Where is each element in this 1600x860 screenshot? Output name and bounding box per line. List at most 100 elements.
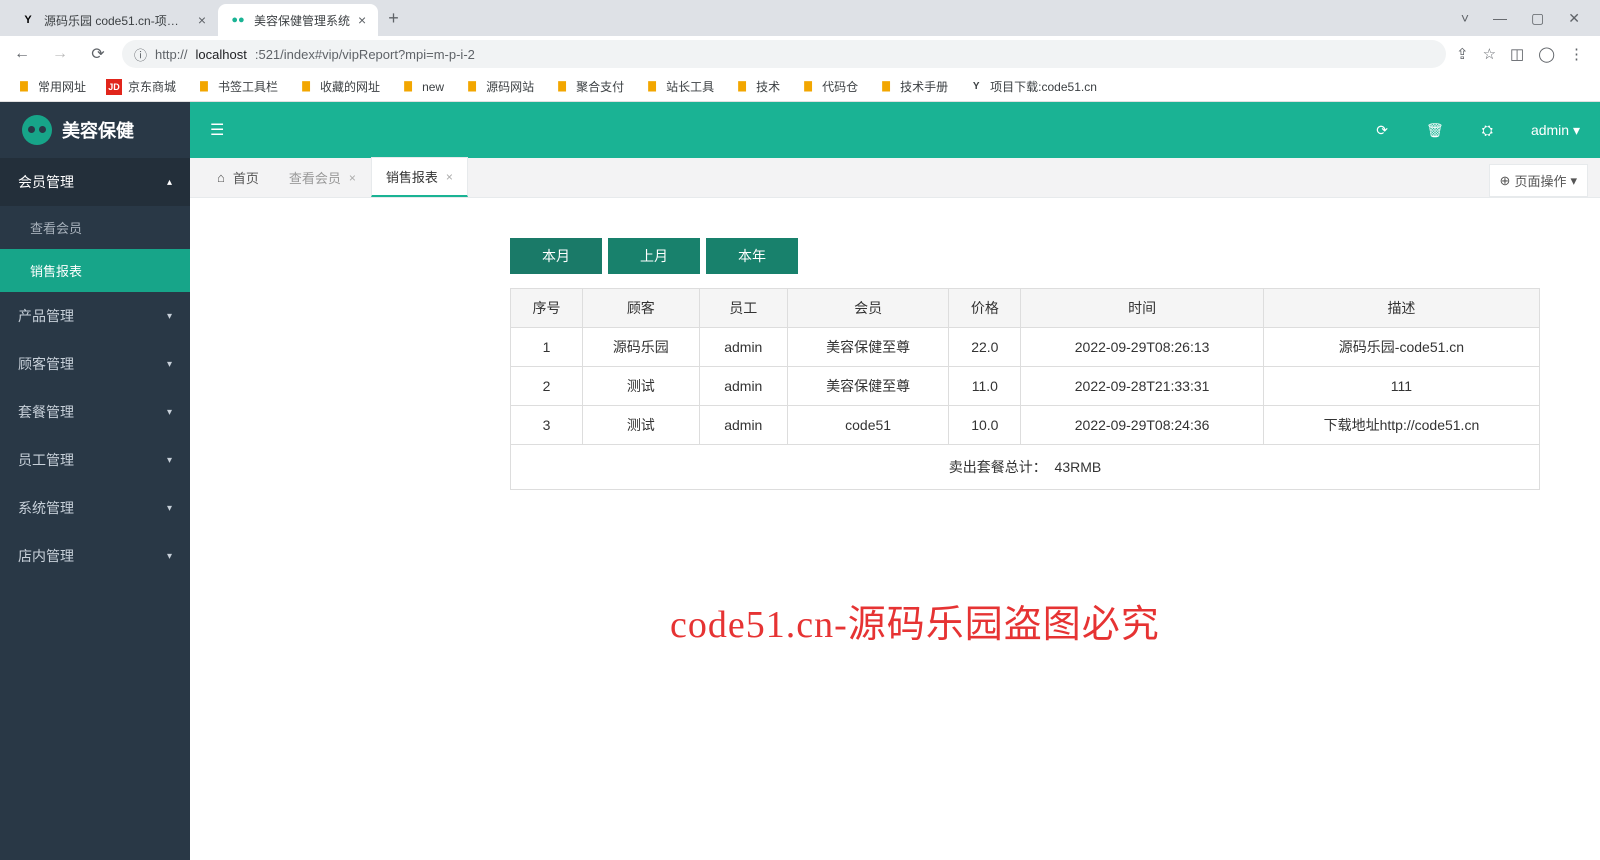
bookmark-item[interactable]: ▇ 技术手册 [872, 76, 954, 97]
bookmark-item[interactable]: Y项目下载:code51.cn [962, 76, 1103, 97]
last-month-button[interactable]: 上月 [608, 238, 700, 274]
nav-reload-button[interactable]: ⟳ [84, 44, 112, 64]
extensions-icon[interactable]: ◫ [1510, 45, 1524, 63]
browser-tab-0[interactable]: Y 源码乐园 code51.cn-项目论文代 × [8, 4, 218, 36]
url-prefix: http:// [155, 47, 188, 62]
browser-chrome: Y 源码乐园 code51.cn-项目论文代 × ●● 美容保健管理系统 × +… [0, 0, 1600, 102]
content-panel: 本月 上月 本年 序号顾客员工会员价格时间描述 1源码乐园admin美容保健至尊… [190, 198, 1600, 860]
maximize-button[interactable]: ▢ [1531, 10, 1544, 27]
chevron-down-icon: ▾ [167, 455, 172, 466]
chevron-down-icon[interactable]: ˅ [1461, 10, 1469, 27]
tab-close-icon[interactable]: × [198, 12, 206, 28]
bookmark-item[interactable]: ▇常用网址 [10, 76, 92, 97]
refresh-icon[interactable]: ⟳ [1376, 122, 1388, 139]
bookmark-item[interactable]: ▇技术 [728, 76, 786, 97]
folder-icon: ▇ [644, 79, 660, 95]
folder-icon: ▇ [878, 79, 894, 95]
cell-customer: 测试 [582, 406, 699, 445]
favicon: ●● [230, 12, 246, 28]
bookmark-item[interactable]: ▇源码网站 [458, 76, 540, 97]
bookmark-label: 站长工具 [666, 78, 714, 95]
cell-idx: 1 [511, 328, 583, 367]
topbar: ☰ ⟳ 🗑 ⛭ admin ▾ [190, 102, 1600, 158]
tab-view-member[interactable]: 查看会员 × [274, 158, 371, 197]
share-icon[interactable]: ⇪ [1456, 45, 1469, 63]
total-value: 43RMB [1055, 459, 1102, 475]
sidebar-group[interactable]: 会员管理▴ [0, 158, 190, 206]
sidebar-group[interactable]: 店内管理▾ [0, 532, 190, 580]
cell-member: 美容保健至尊 [787, 367, 949, 406]
sidebar-group[interactable]: 系统管理▾ [0, 484, 190, 532]
tab-label: 销售报表 [386, 167, 438, 186]
bookmark-item[interactable]: ▇收藏的网址 [292, 76, 386, 97]
cell-customer: 源码乐园 [582, 328, 699, 367]
logo: 美容保健 [0, 102, 190, 158]
bookmark-label: 京东商城 [128, 78, 176, 95]
tab-close-icon[interactable]: × [446, 170, 453, 184]
this-month-button[interactable]: 本月 [510, 238, 602, 274]
sidebar-group-label: 顾客管理 [18, 354, 74, 374]
sidebar-group[interactable]: 产品管理▾ [0, 292, 190, 340]
chevron-down-icon: ▾ [167, 407, 172, 418]
folder-icon: ▇ [400, 79, 416, 95]
nav-back-button[interactable]: ← [8, 45, 36, 63]
sidebar: 美容保健 会员管理▴查看会员销售报表产品管理▾顾客管理▾套餐管理▾员工管理▾系统… [0, 102, 190, 860]
bookmark-item[interactable]: ▇ 站长工具 [638, 76, 720, 97]
new-tab-button[interactable]: + [378, 8, 409, 29]
logo-icon [22, 115, 52, 145]
bookmark-item[interactable]: ▇代码仓 [794, 76, 864, 97]
tab-label: 查看会员 [289, 168, 341, 187]
page-operations-button[interactable]: ⊕ 页面操作 ▾ [1489, 164, 1588, 197]
bookmark-label: 技术手册 [900, 78, 948, 95]
user-menu[interactable]: admin ▾ [1531, 122, 1580, 139]
cell-staff: admin [699, 406, 787, 445]
sidebar-sub-item[interactable]: 销售报表 [0, 249, 190, 292]
gear-icon: ⊕ [1500, 173, 1511, 189]
tab-close-icon[interactable]: × [358, 12, 366, 28]
main-area: ☰ ⟳ 🗑 ⛭ admin ▾ ⌂ 首页 查看会员 × 销售报表 × ⊕ [190, 102, 1600, 860]
bookmark-item[interactable]: ▇书签工具栏 [190, 76, 284, 97]
tab-strip: Y 源码乐园 code51.cn-项目论文代 × ●● 美容保健管理系统 × +… [0, 0, 1600, 36]
menu-icon[interactable]: ⋮ [1569, 45, 1584, 63]
trash-icon[interactable]: 🗑 [1426, 122, 1444, 139]
dashboard-icon[interactable]: ⛭ [1482, 122, 1493, 139]
sidebar-group[interactable]: 顾客管理▾ [0, 340, 190, 388]
cell-member: code51 [787, 406, 949, 445]
tab-home[interactable]: ⌂ 首页 [202, 158, 274, 197]
cell-time: 2022-09-29T08:26:13 [1021, 328, 1264, 367]
bookmark-label: 源码网站 [486, 78, 534, 95]
column-header: 描述 [1263, 289, 1539, 328]
bookmark-item[interactable]: ▇new [394, 77, 450, 97]
cell-idx: 2 [511, 367, 583, 406]
tab-title: 源码乐园 code51.cn-项目论文代 [44, 12, 190, 29]
tab-sales-report[interactable]: 销售报表 × [371, 157, 468, 197]
nav-forward-button[interactable]: → [46, 45, 74, 63]
hamburger-icon[interactable]: ☰ [210, 120, 224, 140]
page-ops-label: 页面操作 [1514, 171, 1566, 190]
tab-close-icon[interactable]: × [349, 171, 356, 185]
close-button[interactable]: ✕ [1568, 10, 1580, 27]
folder-icon: ▇ [196, 79, 212, 95]
star-icon[interactable]: ☆ [1483, 45, 1496, 63]
tab-label: 首页 [233, 168, 259, 187]
bookmark-item[interactable]: JD 京东商城 [100, 76, 182, 97]
bookmark-label: 项目下载:code51.cn [990, 78, 1097, 95]
cell-customer: 测试 [582, 367, 699, 406]
jd-icon: JD [106, 79, 122, 95]
sidebar-group-label: 员工管理 [18, 450, 74, 470]
browser-tab-1[interactable]: ●● 美容保健管理系统 × [218, 4, 378, 36]
window-controls: ˅ — ▢ ✕ [1461, 10, 1600, 27]
folder-icon: ▇ [554, 79, 570, 95]
url-input[interactable]: ⓘ http://localhost:521/index#vip/vipRepo… [122, 40, 1446, 68]
sidebar-group-label: 系统管理 [18, 498, 74, 518]
sidebar-sub-item[interactable]: 查看会员 [0, 206, 190, 249]
sales-table: 序号顾客员工会员价格时间描述 1源码乐园admin美容保健至尊22.02022-… [510, 288, 1540, 490]
sidebar-group[interactable]: 套餐管理▾ [0, 388, 190, 436]
sidebar-group[interactable]: 员工管理 ▾ [0, 436, 190, 484]
bookmark-item[interactable]: ▇聚合支付 [548, 76, 630, 97]
minimize-button[interactable]: — [1493, 10, 1507, 27]
this-year-button[interactable]: 本年 [706, 238, 798, 274]
app-root: 美容保健 会员管理▴查看会员销售报表产品管理▾顾客管理▾套餐管理▾员工管理▾系统… [0, 102, 1600, 860]
profile-icon[interactable]: ◯ [1538, 45, 1555, 63]
info-icon[interactable]: ⓘ [134, 45, 147, 64]
